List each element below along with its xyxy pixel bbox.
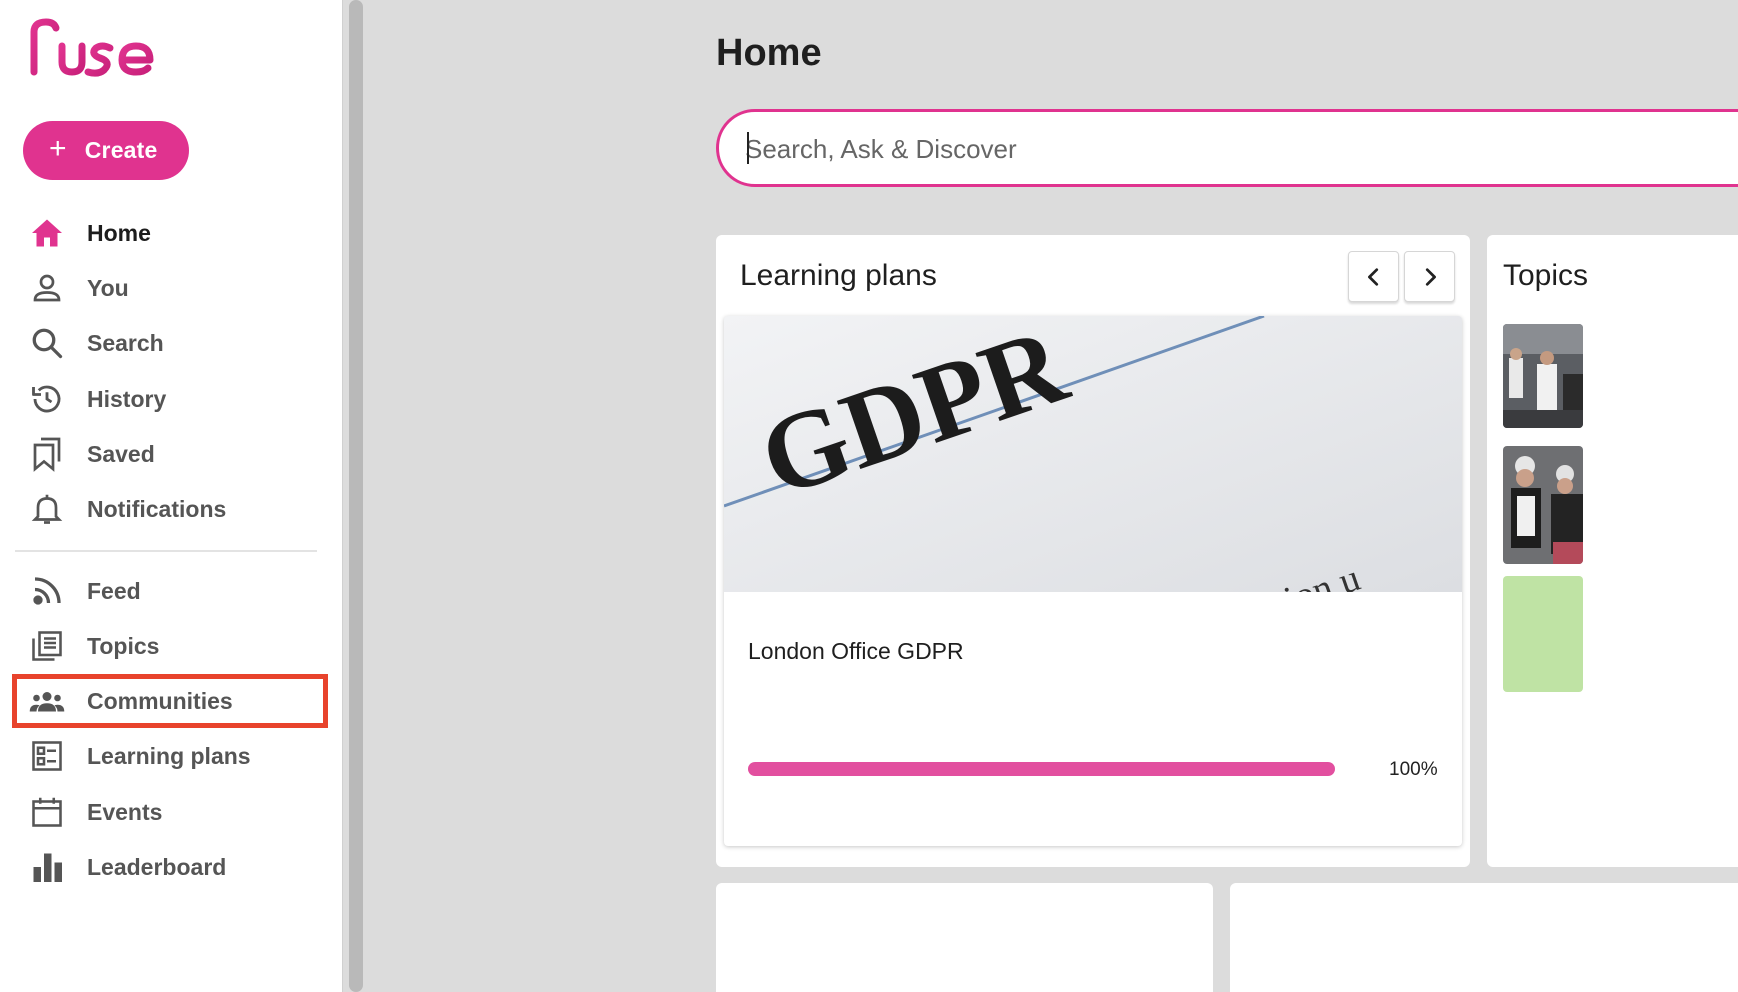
- sidebar-item-leaderboard[interactable]: Leaderboard: [14, 842, 326, 892]
- sidebar-item-label: Communities: [87, 687, 233, 714]
- group-icon: [28, 682, 66, 720]
- sidebar-item-label: History: [87, 385, 167, 412]
- checklist-icon: [28, 737, 66, 775]
- rss-icon: [28, 572, 66, 610]
- create-button[interactable]: + Create: [23, 121, 189, 180]
- learning-plan-item[interactable]: GDPR R the destire antunsertion u te thr…: [724, 316, 1462, 846]
- sidebar-item-you[interactable]: You: [14, 263, 326, 313]
- sidebar-item-home[interactable]: Home: [14, 208, 326, 258]
- sidebar-item-label: Saved: [87, 440, 155, 467]
- create-button-label: Create: [84, 137, 158, 163]
- sidebar-item-label: Leaderboard: [87, 853, 227, 880]
- bell-icon: [28, 490, 66, 528]
- content-card: [716, 883, 1213, 992]
- chevron-left-icon: [1367, 267, 1378, 286]
- topic-thumbnail[interactable]: [1503, 576, 1583, 692]
- sidebar: + Create Home You Search History Saved N…: [0, 0, 342, 992]
- sidebar-item-saved[interactable]: Saved: [14, 429, 326, 479]
- search-icon: [28, 324, 66, 362]
- sidebar-item-search[interactable]: Search: [14, 318, 326, 368]
- sidebar-item-label: Feed: [87, 577, 141, 604]
- topics-icon: [28, 627, 66, 665]
- history-icon: [28, 380, 66, 418]
- search-bar[interactable]: [716, 109, 1738, 187]
- bar-chart-icon: [28, 848, 66, 886]
- plus-icon: +: [49, 132, 67, 165]
- bookmark-icon: [28, 435, 66, 473]
- learning-plan-name: London Office GDPR: [748, 638, 964, 664]
- sidebar-item-learning-plans[interactable]: Learning plans: [14, 731, 326, 781]
- learning-plans-title: Learning plans: [740, 259, 937, 292]
- sidebar-item-communities[interactable]: Communities: [12, 674, 328, 728]
- sidebar-item-label: Events: [87, 798, 163, 825]
- carousel-prev-button[interactable]: [1348, 251, 1399, 302]
- calendar-icon: [28, 793, 66, 831]
- sidebar-item-label: Learning plans: [87, 742, 251, 769]
- progress-percent: 100%: [1389, 759, 1438, 780]
- fuse-logo[interactable]: [26, 18, 158, 80]
- carousel-next-button[interactable]: [1404, 251, 1455, 302]
- page-title: Home: [716, 32, 822, 74]
- sidebar-item-label: You: [87, 274, 129, 301]
- topics-title: Topics: [1503, 259, 1589, 292]
- sidebar-item-label: Home: [87, 219, 151, 246]
- topic-thumbnail[interactable]: [1503, 324, 1583, 428]
- sidebar-item-notifications[interactable]: Notifications: [14, 484, 326, 534]
- sidebar-divider: [15, 550, 317, 552]
- chevron-right-icon: [1425, 267, 1436, 286]
- learning-plan-thumbnail: GDPR R the destire antunsertion u te thr…: [724, 316, 1462, 592]
- topic-thumbnail[interactable]: [1503, 446, 1583, 564]
- search-input[interactable]: [745, 129, 1725, 169]
- sidebar-item-label: Notifications: [87, 495, 227, 522]
- text-cursor: [747, 132, 749, 164]
- topics-card: Topics: [1487, 235, 1738, 867]
- learning-plans-card: Learning plans GDPR R the desti: [716, 235, 1470, 867]
- content-card: [1230, 883, 1738, 992]
- sidebar-item-history[interactable]: History: [14, 374, 326, 424]
- sidebar-item-label: Topics: [87, 632, 160, 659]
- sidebar-item-label: Search: [87, 329, 164, 356]
- sidebar-item-events[interactable]: Events: [14, 787, 326, 837]
- progress-bar: [748, 762, 1335, 776]
- person-icon: [28, 269, 66, 307]
- sidebar-scrollbar-thumb[interactable]: [349, 0, 363, 992]
- sidebar-item-topics[interactable]: Topics: [14, 621, 326, 671]
- sidebar-item-feed[interactable]: Feed: [14, 566, 326, 616]
- home-icon: [28, 214, 66, 252]
